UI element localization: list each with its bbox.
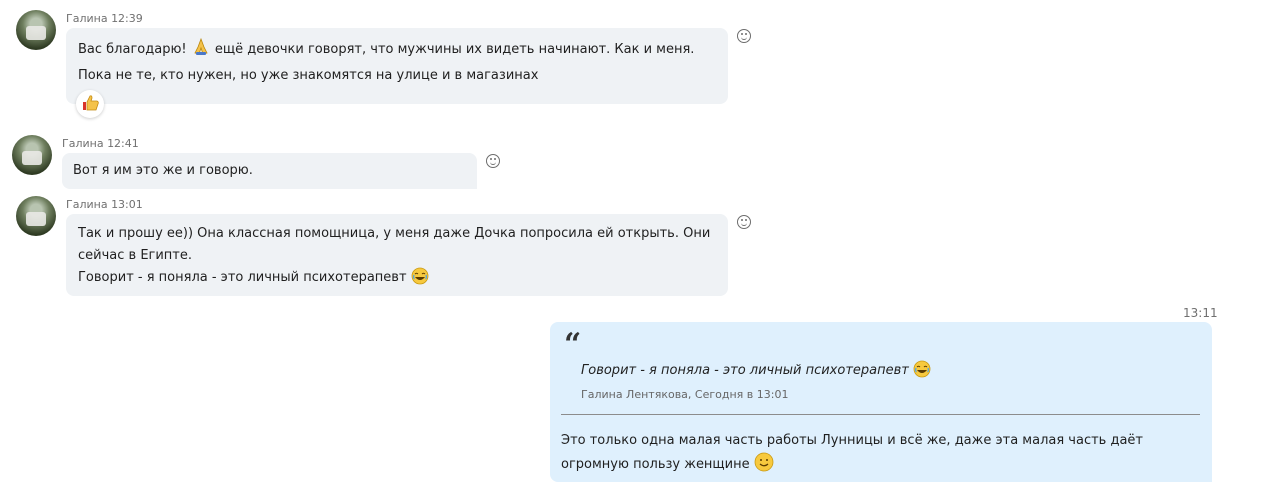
praying-hands-icon [191,37,211,65]
avatar[interactable] [12,135,52,175]
message-bubble[interactable]: Вас благодарю! ещё девочки говорят, что … [66,28,728,104]
avatar[interactable] [16,196,56,236]
outgoing-message-bubble[interactable]: “ Говорит - я поняла - это личный психот… [550,322,1212,482]
message-text: Это только одна малая часть работы Лунни… [561,433,1143,472]
message-time: 13:11 [1183,306,1218,320]
quote-icon: “ [564,327,582,362]
add-reaction-icon[interactable] [737,215,751,229]
quoted-message: Говорит - я поняла - это личный психотер… [581,360,931,382]
message-bubble[interactable]: Вот я им это же и говорю. [62,153,477,189]
message-text: Так и прошу ее)) Она классная помощница,… [78,226,711,263]
smiling-face-icon [754,452,774,480]
message-meta: Галина 12:41 [62,137,139,150]
thumbs-up-icon [83,95,99,111]
quoted-text: Говорит - я поняла - это личный психотер… [581,363,913,378]
message-time: 12:39 [111,12,143,25]
message-time: 12:41 [107,137,139,150]
avatar[interactable] [16,10,56,50]
sender-name: Галина [66,198,108,211]
quote-divider [561,414,1200,415]
add-reaction-icon[interactable] [737,29,751,43]
sender-name: Галина [66,12,108,25]
quote-author: Галина Лентякова, Сегодня в 13:01 [581,388,789,401]
message-meta: Галина 12:39 [66,12,143,25]
message-text: Вот я им это же и говорю. [73,163,253,178]
message-text: Вас благодарю! [78,42,191,57]
message-meta: Галина 13:01 [66,198,143,211]
sender-name: Галина [62,137,104,150]
laughing-face-icon [913,360,931,382]
message-bubble[interactable]: Так и прошу ее)) Она классная помощница,… [66,214,728,296]
thumbs-up-reaction[interactable] [76,90,104,118]
message-text: Говорит - я поняла - это личный психотер… [78,270,411,285]
laughing-face-icon [411,267,429,293]
message-time: 13:01 [111,198,143,211]
add-reaction-icon[interactable] [486,154,500,168]
